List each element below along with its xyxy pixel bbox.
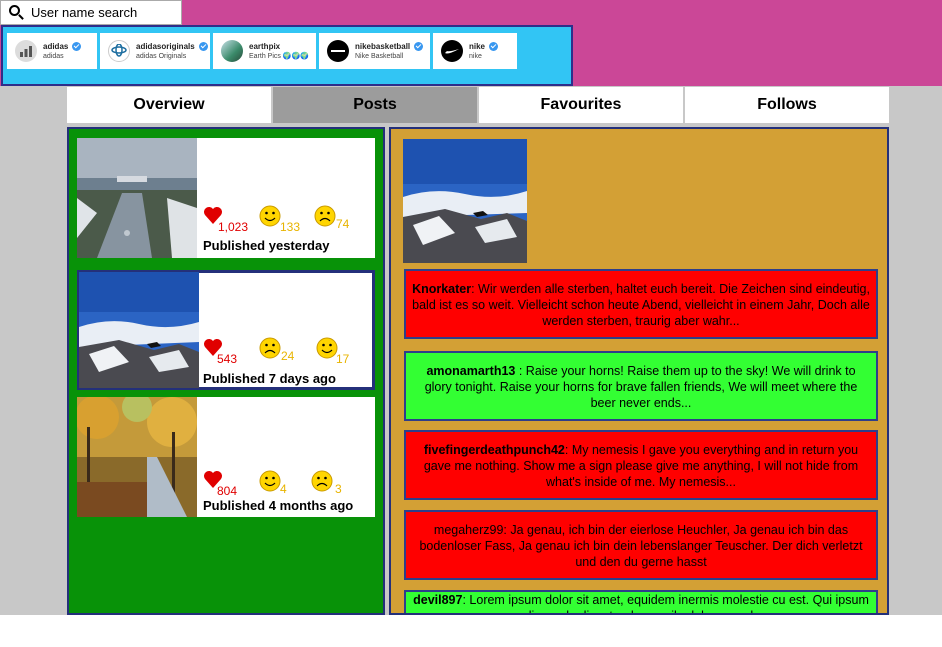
tab-favourites[interactable]: Favourites (479, 87, 683, 123)
avatar (327, 40, 349, 62)
account-name: adidas (43, 41, 69, 51)
mountain-clouds-photo (79, 272, 199, 388)
account-name: nike (469, 41, 486, 51)
comment: amonamarth13 : Raise your horns! Raise t… (404, 351, 878, 421)
post-card[interactable]: 543 24 17 Published 7 days ago (77, 270, 375, 390)
search-icon[interactable] (1, 0, 31, 25)
sad-face-icon[interactable] (311, 470, 333, 492)
verified-badge-icon (414, 42, 424, 51)
happy-face-icon[interactable] (259, 205, 281, 227)
account-subtitle: nike (469, 52, 482, 60)
comment-author[interactable]: fivefingerdeathpunch42 (424, 443, 565, 457)
suggestion-adidasoriginals[interactable]: adidasoriginals adidas Originals (100, 33, 210, 69)
suggestion-earthpix[interactable]: earthpix Earth Pics 🌍🌍🌍 (213, 33, 316, 69)
tab-follows[interactable]: Follows (685, 87, 889, 123)
mountain-clouds-photo[interactable] (403, 139, 527, 263)
comment-author[interactable]: amonamarth13 (426, 364, 515, 378)
sad-face-icon[interactable] (259, 337, 281, 359)
tab-overview[interactable]: Overview (67, 87, 271, 123)
post-detail: Knorkater: Wir werden alle sterben, halt… (389, 127, 889, 615)
posts-list: 1,023 133 74 Published yesterday 543 24 … (67, 127, 385, 615)
sad-face-icon[interactable] (314, 205, 336, 227)
suggestion-nike[interactable]: nike nike (433, 33, 517, 69)
happy-count: 133 (280, 220, 301, 234)
avatar (221, 40, 243, 62)
comment-author[interactable]: megaherz99 (434, 523, 504, 537)
suggestion-nikebasketball[interactable]: nikebasketball Nike Basketball (319, 33, 430, 69)
suggestion-adidas[interactable]: adidas adidas (7, 33, 97, 69)
comment: megaherz99: Ja genau, ich bin der eierlo… (404, 510, 878, 580)
like-count: 1,023 (218, 220, 249, 234)
post-card[interactable]: 1,023 133 74 Published yesterday (77, 138, 375, 258)
page-footer-area (0, 615, 942, 647)
lake-snow-photo (77, 138, 197, 258)
avatar (441, 40, 463, 62)
user-search-box[interactable] (0, 0, 182, 25)
comment: devil897: Lorem ipsum dolor sit amet, eq… (404, 590, 878, 613)
comment-text: : Lorem ipsum dolor sit amet, equidem in… (462, 593, 869, 613)
autumn-path-photo (77, 397, 197, 517)
account-subtitle: Nike Basketball (355, 52, 404, 60)
happy-count: 4 (280, 482, 287, 496)
comment-author[interactable]: devil897 (413, 593, 462, 607)
search-input[interactable] (31, 5, 179, 20)
account-subtitle: Earth Pics 🌍🌍🌍 (249, 52, 309, 60)
verified-badge-icon (198, 42, 208, 51)
avatar (15, 40, 37, 62)
comment-author[interactable]: Knorkater (412, 282, 471, 296)
happy-face-icon[interactable] (316, 337, 338, 359)
verified-badge-icon (72, 42, 82, 51)
sad-count: 3 (335, 482, 342, 496)
post-card[interactable]: 804 4 3 Published 4 months ago (77, 397, 375, 517)
avatar (108, 40, 130, 62)
like-count: 543 (217, 352, 238, 366)
sad-count: 74 (336, 217, 350, 231)
comment: fivefingerdeathpunch42: My nemesis I gav… (404, 430, 878, 500)
account-name: earthpix (249, 41, 281, 51)
account-name: adidasoriginals (136, 41, 195, 51)
search-suggestions: adidas adidas adidasoriginals adidas Ori… (1, 25, 573, 86)
like-count: 804 (217, 484, 238, 498)
tab-posts[interactable]: Posts (273, 87, 477, 123)
account-subtitle: adidas (43, 52, 64, 60)
account-subtitle: adidas Originals (136, 52, 187, 60)
publish-date: Published 4 months ago (203, 498, 354, 513)
account-name: nikebasketball (355, 41, 411, 51)
verified-badge-icon (489, 42, 499, 51)
comment-text: : Wir werden alle sterben, haltet euch b… (412, 282, 870, 328)
profile-tabs: Overview Posts Favourites Follows (67, 87, 889, 123)
happy-count: 17 (336, 352, 350, 366)
happy-face-icon[interactable] (259, 470, 281, 492)
publish-date: Published yesterday (203, 238, 330, 253)
comment: Knorkater: Wir werden alle sterben, halt… (404, 269, 878, 339)
sad-count: 24 (281, 349, 295, 363)
publish-date: Published 7 days ago (203, 371, 336, 386)
